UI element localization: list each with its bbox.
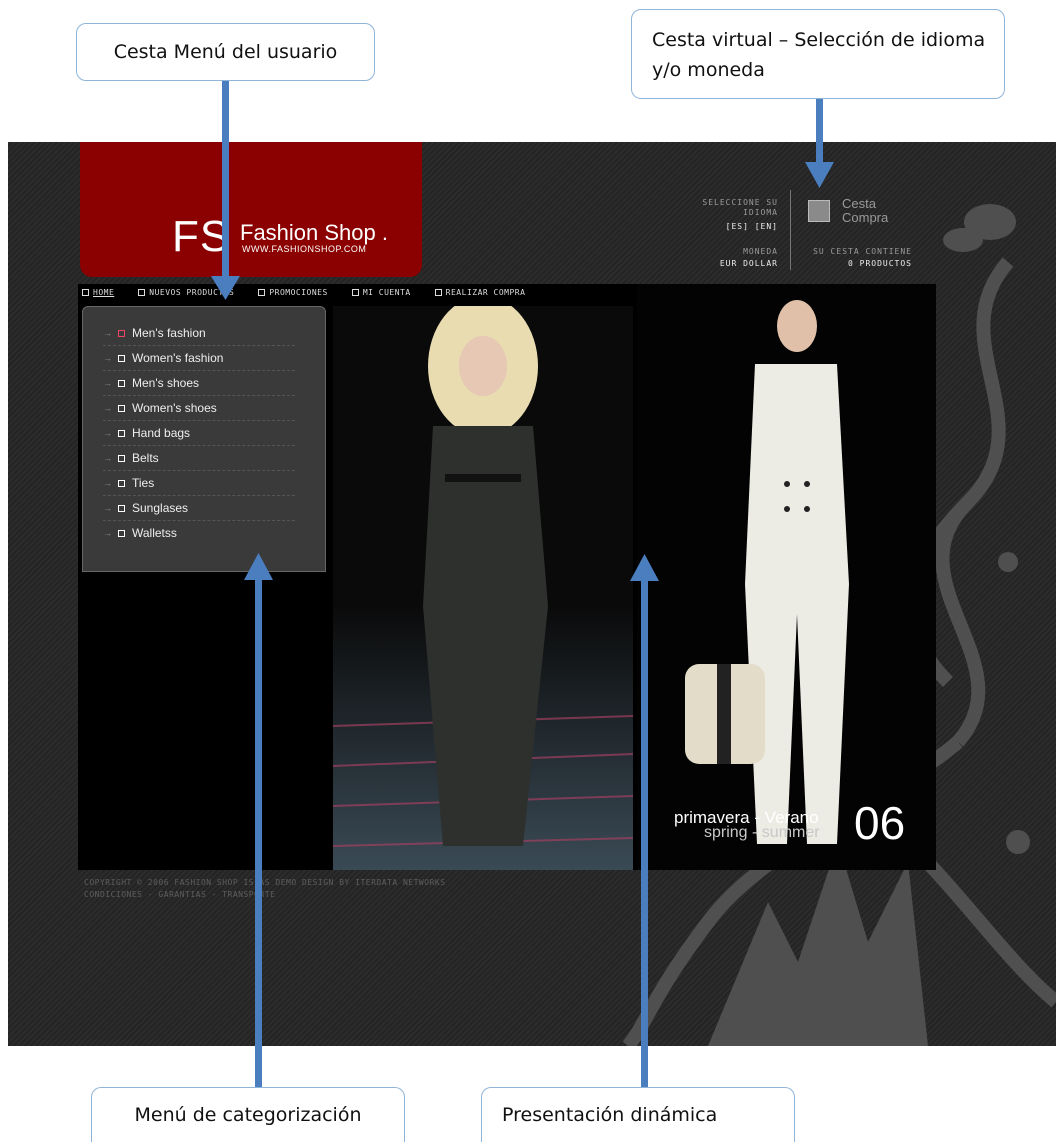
runway-photo-woman: [333, 306, 633, 870]
runway-photo-man: [637, 284, 936, 870]
category-item[interactable]: → Hand bags: [103, 421, 295, 446]
bullet-icon: [118, 479, 125, 487]
arrow-icon: →: [103, 503, 112, 513]
bullet-icon: [118, 329, 125, 337]
currency-label: MONEDA: [743, 247, 778, 256]
category-label: Walletss: [132, 526, 177, 540]
callout-presentation: Presentación dinámica: [481, 1087, 795, 1142]
category-label: Women's fashion: [132, 351, 224, 365]
nav-promociones-label: PROMOCIONES: [269, 287, 328, 297]
category-item[interactable]: → Women's shoes: [103, 396, 295, 421]
category-item[interactable]: → Belts: [103, 446, 295, 471]
logo-name: Fashion Shop .: [240, 220, 388, 245]
nav-realizar-compra[interactable]: REALIZAR COMPRA: [434, 284, 526, 300]
category-item[interactable]: → Men's shoes: [103, 371, 295, 396]
nav-mi-cuenta-label: MI CUENTA: [362, 287, 411, 297]
category-label: Men's fashion: [132, 326, 206, 340]
language-options[interactable]: [ES] [EN]: [678, 222, 778, 231]
language-label: SELECCIONE SU IDIOMA: [702, 198, 778, 217]
season-english: spring - summer: [704, 824, 820, 841]
nav-nuevos-productos[interactable]: NUEVOS PRODUCTOS: [138, 284, 234, 300]
cart-icon[interactable]: [808, 200, 830, 222]
season-number: 06: [854, 797, 906, 849]
category-item[interactable]: → Ties: [103, 471, 295, 496]
nav-nuevos-productos-label: NUEVOS PRODUCTOS: [149, 287, 235, 297]
logo-initials: FS: [172, 212, 231, 261]
arrow-icon: →: [103, 478, 112, 488]
bullet-icon: [118, 429, 125, 437]
header-divider: [790, 190, 791, 270]
category-label: Men's shoes: [132, 376, 199, 390]
category-item[interactable]: → Walletss: [103, 521, 295, 545]
website-screenshot: FS Fashion Shop . WWW.FASHIONSHOP.COM SE…: [8, 142, 1056, 1046]
category-menu: → Men's fashion → Women's fashion → Men's s…: [82, 306, 326, 572]
arrow-icon: →: [103, 528, 112, 538]
bullet-icon: [118, 529, 125, 537]
category-label: Belts: [132, 451, 159, 465]
cart-contains-label: SU CESTA CONTIENE: [813, 247, 912, 256]
category-item[interactable]: → Women's fashion: [103, 346, 295, 371]
logo-url: WWW.FASHIONSHOP.COM: [242, 244, 367, 254]
cart-title[interactable]: Cesta Compra: [842, 197, 912, 225]
arrow-icon: →: [103, 403, 112, 413]
bullet-icon: [118, 504, 125, 512]
callout-cart-language: Cesta virtual – Selección de idioma y/o …: [631, 9, 1005, 99]
arrow-icon: →: [103, 428, 112, 438]
bullet-icon: [118, 379, 125, 387]
callout-user-menu: Cesta Menú del usuario: [76, 23, 375, 81]
currency-options[interactable]: EUR DOLLAR: [678, 259, 778, 268]
footer-links[interactable]: CONDICIONES - GARANTIAS - TRANSPORTE: [84, 890, 275, 899]
nav-promociones[interactable]: PROMOCIONES: [258, 284, 327, 300]
cart-count: 0 PRODUCTOS: [848, 259, 912, 268]
footer-copyright: COPYRIGHT © 2006 FASHION SHOP IS AS DEMO…: [84, 878, 446, 887]
nav-home[interactable]: HOME: [82, 284, 114, 300]
bullet-icon: [118, 354, 125, 362]
arrow-icon: →: [103, 453, 112, 463]
nav-home-label: HOME: [93, 287, 115, 297]
bullet-icon: [118, 454, 125, 462]
category-label: Hand bags: [132, 426, 191, 440]
arrow-icon: →: [103, 378, 112, 388]
nav-realizar-compra-label: REALIZAR COMPRA: [445, 287, 526, 297]
logo-block[interactable]: FS Fashion Shop . WWW.FASHIONSHOP.COM: [80, 142, 422, 277]
callout-categories: Menú de categorización: [91, 1087, 405, 1142]
category-label: Sunglases: [132, 501, 189, 515]
top-nav: HOME NUEVOS PRODUCTOS PROMOCIONES MI CUE…: [78, 284, 545, 300]
arrow-icon: →: [103, 328, 112, 338]
bullet-icon: [118, 404, 125, 412]
nav-mi-cuenta[interactable]: MI CUENTA: [351, 284, 411, 300]
category-label: Women's shoes: [132, 401, 217, 415]
main-content: HOME NUEVOS PRODUCTOS PROMOCIONES MI CUE…: [78, 284, 936, 870]
category-item[interactable]: → Men's fashion: [103, 321, 295, 346]
arrow-icon: →: [103, 353, 112, 363]
category-item[interactable]: → Sunglases: [103, 496, 295, 521]
category-label: Ties: [132, 476, 155, 490]
